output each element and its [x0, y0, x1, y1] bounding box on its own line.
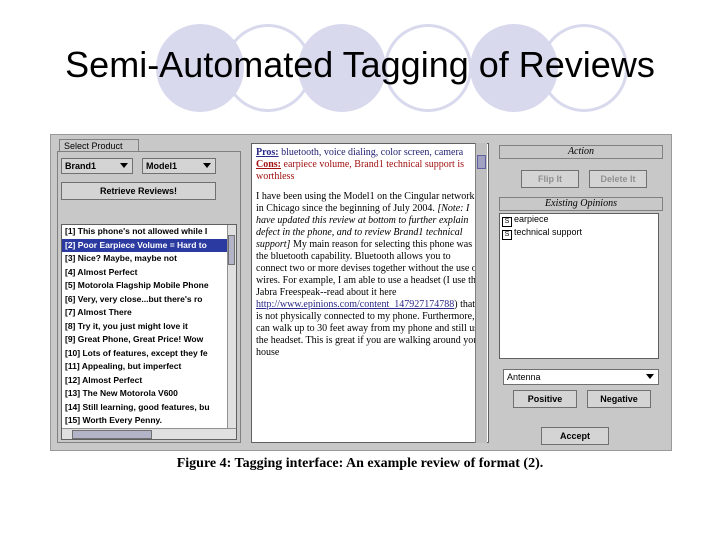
opinion-label: earpiece	[514, 214, 549, 224]
tab-select-product[interactable]: Select Product	[59, 139, 139, 151]
review-list-item[interactable]: [7] Almost There	[62, 306, 236, 320]
review-list-item[interactable]: [1] This phone's not allowed while I	[62, 225, 236, 239]
brand-select[interactable]: Brand1	[61, 158, 133, 174]
reviews-horizontal-scrollbar[interactable]	[62, 428, 236, 439]
pros-label: Pros:	[256, 147, 279, 158]
tagging-interface: Select Product Brand1 Model1 Retrieve Re…	[50, 134, 672, 451]
reviews-list: [1] This phone's not allowed while I [2] …	[61, 224, 237, 440]
review-link[interactable]: http://www.epinions.com/content_14792717…	[256, 299, 454, 310]
brand-select-value: Brand1	[65, 161, 97, 171]
model-select[interactable]: Model1	[142, 158, 216, 174]
existing-opinions-header: Existing Opinions	[499, 197, 663, 211]
negative-button[interactable]: Negative	[587, 390, 651, 408]
chevron-down-icon	[120, 163, 128, 168]
scroll-thumb[interactable]	[72, 430, 152, 439]
review-list-item[interactable]: [14] Still learning, good features, bu	[62, 401, 236, 415]
select-product-panel: Brand1 Model1 Retrieve Reviews! [1] This…	[57, 151, 241, 443]
review-list-item[interactable]: [8] Try it, you just might love it	[62, 320, 236, 334]
review-list-item[interactable]: [10] Lots of features, except they fe	[62, 347, 236, 361]
opinion-label: technical support	[514, 227, 583, 237]
flip-it-button[interactable]: Flip It	[521, 170, 579, 188]
opinion-tag-icon: S	[502, 217, 512, 227]
opinion-tag-icon: S	[502, 230, 512, 240]
feature-select[interactable]: Antenna	[503, 369, 659, 385]
pros-text: bluetooth, voice dialing, color screen, …	[278, 147, 464, 158]
cons-text: earpiece volume, Brand1 technical suppor…	[256, 159, 465, 182]
review-list-item[interactable]: [4] Almost Perfect	[62, 266, 236, 280]
existing-opinions-list: Searpiece Stechnical support	[499, 213, 659, 359]
scroll-thumb[interactable]	[228, 235, 235, 265]
opinion-item[interactable]: Stechnical support	[500, 227, 658, 240]
review-list-item[interactable]: [12] Almost Perfect	[62, 374, 236, 388]
review-scrollbar[interactable]	[475, 143, 487, 443]
review-list-item[interactable]: [11] Appealing, but imperfect	[62, 360, 236, 374]
delete-it-button[interactable]: Delete It	[589, 170, 647, 188]
action-panel: Action Flip It Delete It Existing Opinio…	[499, 143, 665, 445]
cons-label: Cons:	[256, 159, 282, 170]
positive-button[interactable]: Positive	[513, 390, 577, 408]
review-list-item[interactable]: [5] Motorola Flagship Mobile Phone	[62, 279, 236, 293]
accept-button[interactable]: Accept	[541, 427, 609, 445]
scroll-thumb[interactable]	[477, 155, 486, 169]
reviews-vertical-scrollbar[interactable]	[227, 225, 236, 429]
opinion-item[interactable]: Searpiece	[500, 214, 658, 227]
review-list-item[interactable]: [15] Worth Every Penny.	[62, 414, 236, 428]
pros-cons: Pros: bluetooth, voice dialing, color sc…	[256, 147, 484, 183]
model-select-value: Model1	[146, 161, 178, 171]
review-list-item[interactable]: [2] Poor Earpiece Volume = Hard to	[62, 238, 236, 252]
review-list-item[interactable]: [6] Very, very close...but there's ro	[62, 293, 236, 307]
review-list-item[interactable]: [3] Nice? Maybe, maybe not	[62, 252, 236, 266]
figure-caption: Figure 4: Tagging interface: An example …	[176, 456, 544, 471]
review-text-area[interactable]: Pros: bluetooth, voice dialing, color sc…	[251, 143, 489, 443]
review-list-item[interactable]: [9] Great Phone, Great Price! Wow	[62, 333, 236, 347]
action-header: Action	[499, 145, 663, 159]
slide-title: Semi-Automated Tagging of Reviews	[65, 44, 655, 85]
feature-select-value: Antenna	[507, 372, 541, 382]
review-body: I have been using the Model1 on the Cing…	[256, 191, 484, 359]
chevron-down-icon	[646, 374, 654, 379]
review-list-item[interactable]: [13] The New Motorola V600	[62, 387, 236, 401]
chevron-down-icon	[203, 163, 211, 168]
retrieve-reviews-button[interactable]: Retrieve Reviews!	[61, 182, 216, 200]
review-body-part: My main reason for selecting this phone …	[256, 239, 481, 298]
